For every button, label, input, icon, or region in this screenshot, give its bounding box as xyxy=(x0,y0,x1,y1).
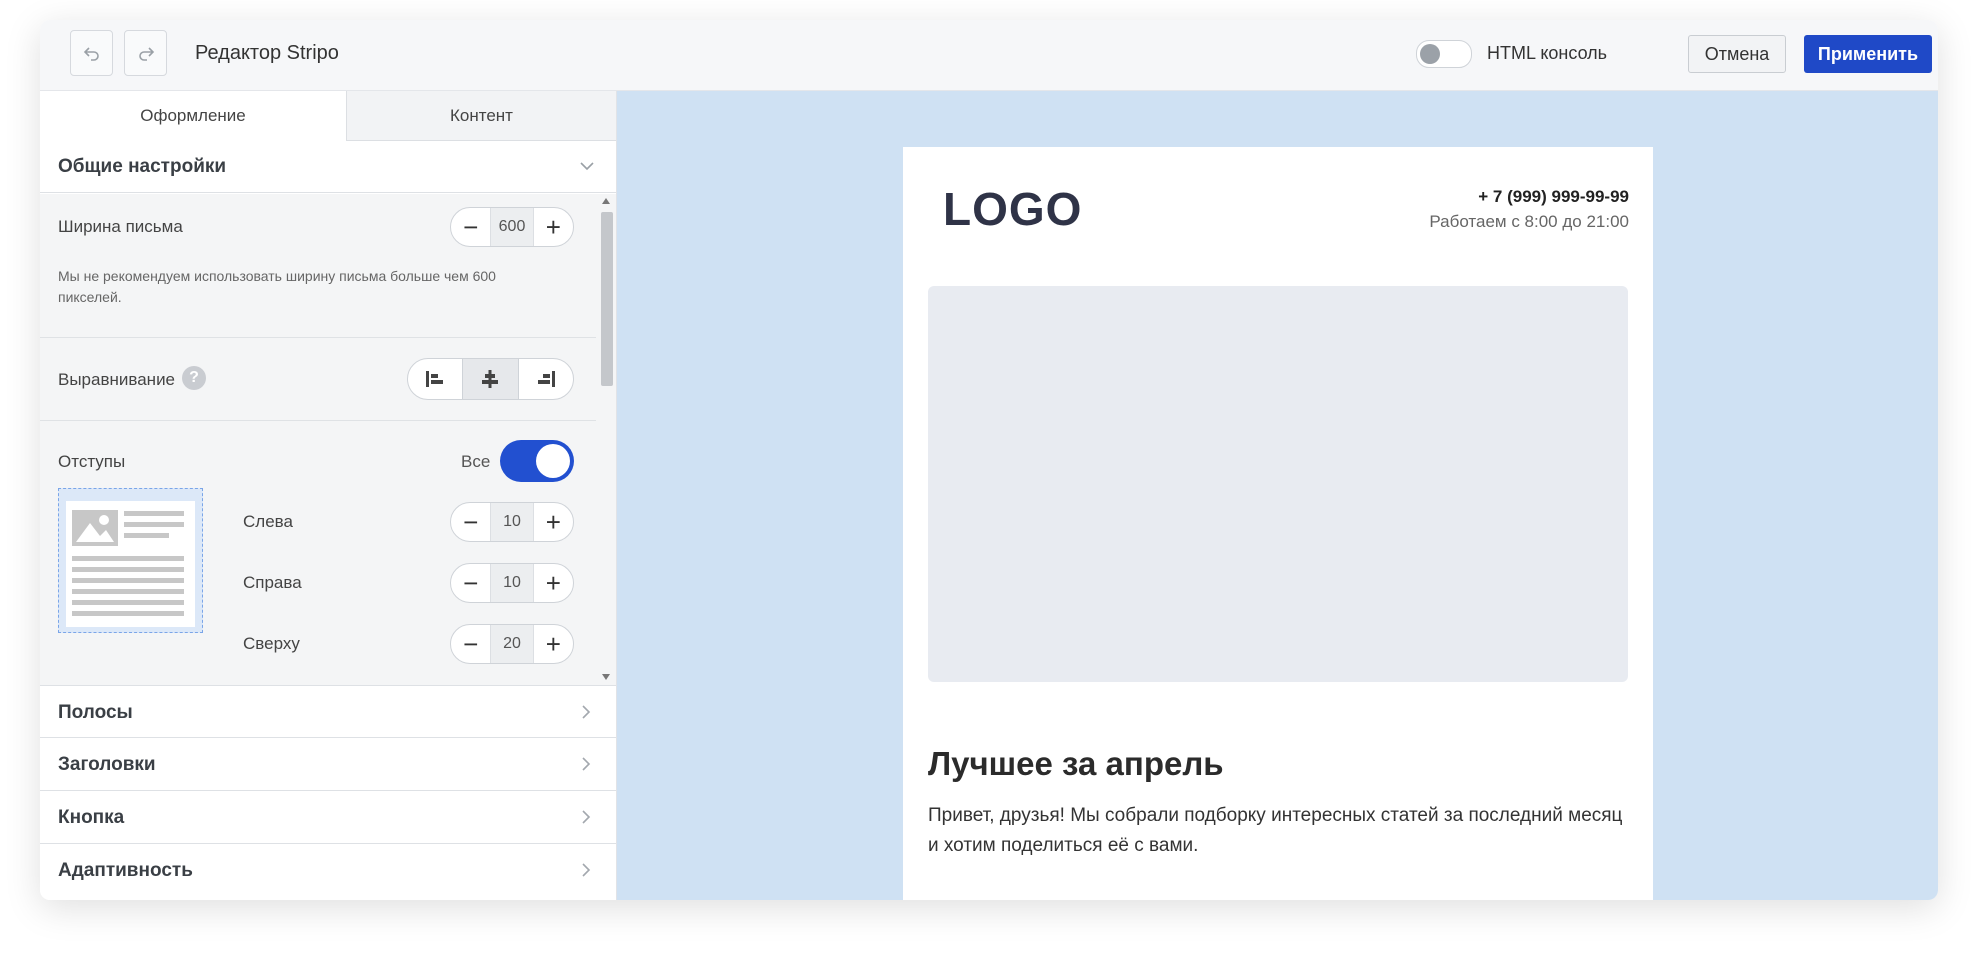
increment-button[interactable]: + xyxy=(534,208,573,246)
align-center-icon xyxy=(482,370,499,388)
settings-sidebar: Оформление Контент Общие настройки Ширин… xyxy=(40,91,617,900)
decrement-button[interactable]: − xyxy=(451,564,490,602)
tab-content[interactable]: Контент xyxy=(347,91,616,141)
section-headings[interactable]: Заголовки xyxy=(40,738,616,791)
chevron-right-icon xyxy=(582,705,591,719)
alignment-selector xyxy=(407,358,574,400)
undo-button[interactable] xyxy=(70,30,113,76)
scroll-down-icon[interactable] xyxy=(602,674,610,680)
padding-label: Отступы xyxy=(58,452,126,471)
email-preview[interactable]: LOGO + 7 (999) 999-99-99 Работаем с 8:00… xyxy=(903,147,1653,900)
email-phone[interactable]: + 7 (999) 999-99-99 xyxy=(1478,187,1629,207)
editor-title: Редактор Stripo xyxy=(195,42,339,64)
section-adaptivity[interactable]: Адаптивность xyxy=(40,844,616,897)
padding-right-label: Справа xyxy=(243,573,302,592)
section-adaptivity-label: Адаптивность xyxy=(58,860,193,881)
divider xyxy=(40,337,596,338)
email-width-stepper: − 600 + xyxy=(450,207,574,247)
general-settings-panel: Ширина письма − 600 + Мы не рекомендуем … xyxy=(40,194,596,685)
editor-window: Редактор Stripo HTML консоль Отмена Прим… xyxy=(40,20,1938,900)
decrement-button[interactable]: − xyxy=(451,208,490,246)
panel-scrollbar[interactable] xyxy=(596,194,616,685)
scroll-thumb[interactable] xyxy=(601,212,613,386)
preview-content xyxy=(66,501,195,627)
image-placeholder-icon xyxy=(72,510,184,616)
email-width-label: Ширина письма xyxy=(58,217,183,236)
top-bar: Редактор Stripo HTML консоль Отмена Прим… xyxy=(40,20,1938,91)
padding-all-toggle[interactable] xyxy=(500,440,574,482)
chevron-down-icon xyxy=(580,162,594,171)
alignment-label: Выравнивание xyxy=(58,370,176,389)
padding-right-value[interactable]: 10 xyxy=(490,564,534,602)
width-note: Мы не рекомендуем использовать ширину пи… xyxy=(58,268,496,305)
tab-design[interactable]: Оформление xyxy=(40,91,347,141)
padding-left-stepper: − 10 + xyxy=(450,502,574,542)
email-logo[interactable]: LOGO xyxy=(943,182,1082,236)
padding-all-label: Все xyxy=(461,452,491,471)
align-center-button[interactable] xyxy=(463,359,519,399)
padding-top-stepper: − 20 + xyxy=(450,624,574,664)
align-left-icon xyxy=(426,371,444,387)
increment-button[interactable]: + xyxy=(534,564,573,602)
align-left-button[interactable] xyxy=(408,359,464,399)
section-button-label: Кнопка xyxy=(58,807,125,828)
align-right-button[interactable] xyxy=(519,359,573,399)
hero-image-placeholder[interactable] xyxy=(928,286,1628,682)
padding-left-value[interactable]: 10 xyxy=(490,503,534,541)
general-settings-header[interactable]: Общие настройки xyxy=(40,141,616,193)
divider xyxy=(40,420,596,421)
align-right-icon xyxy=(537,371,555,387)
email-hours[interactable]: Работаем с 8:00 до 21:00 xyxy=(1429,212,1629,232)
html-console-toggle[interactable] xyxy=(1416,40,1472,68)
decrement-button[interactable]: − xyxy=(451,503,490,541)
email-body-text[interactable]: Привет, друзья! Мы собрали подборку инте… xyxy=(928,801,1628,861)
general-settings-title: Общие настройки xyxy=(58,156,227,177)
cancel-button[interactable]: Отмена xyxy=(1688,35,1786,73)
help-icon[interactable]: ? xyxy=(182,366,206,390)
section-headings-label: Заголовки xyxy=(58,754,156,775)
padding-left-label: Слева xyxy=(243,512,293,531)
redo-button[interactable] xyxy=(124,30,167,76)
padding-top-value[interactable]: 20 xyxy=(490,625,534,663)
padding-preview-thumbnail xyxy=(58,488,203,633)
padding-right-stepper: − 10 + xyxy=(450,563,574,603)
padding-top-label: Сверху xyxy=(243,634,300,653)
apply-button[interactable]: Применить xyxy=(1804,35,1932,73)
toggle-knob xyxy=(536,444,570,478)
redo-icon xyxy=(138,47,154,61)
email-width-value[interactable]: 600 xyxy=(490,208,534,246)
email-headline[interactable]: Лучшее за апрель xyxy=(928,745,1224,783)
chevron-right-icon xyxy=(582,863,591,877)
toggle-knob xyxy=(1420,44,1440,64)
decrement-button[interactable]: − xyxy=(451,625,490,663)
html-console-label: HTML консоль xyxy=(1487,43,1608,63)
section-stripes[interactable]: Полосы xyxy=(40,685,616,738)
undo-icon xyxy=(83,47,99,61)
increment-button[interactable]: + xyxy=(534,503,573,541)
increment-button[interactable]: + xyxy=(534,625,573,663)
section-stripes-label: Полосы xyxy=(58,702,133,723)
chevron-right-icon xyxy=(582,810,591,824)
section-button[interactable]: Кнопка xyxy=(40,791,616,844)
email-canvas: LOGO + 7 (999) 999-99-99 Работаем с 8:00… xyxy=(617,91,1938,900)
scroll-up-icon[interactable] xyxy=(602,198,610,204)
chevron-right-icon xyxy=(582,757,591,771)
